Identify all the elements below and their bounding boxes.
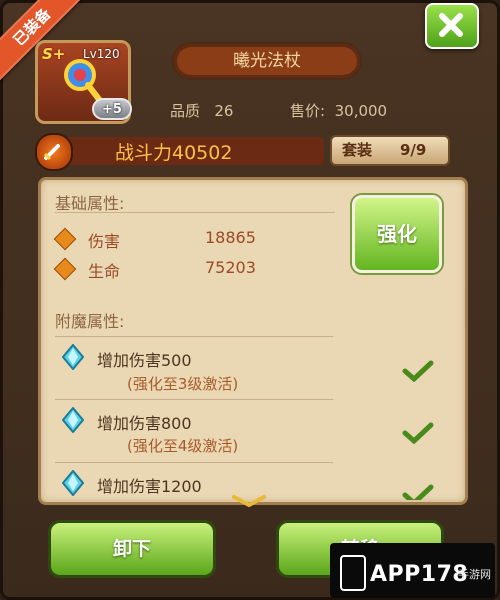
divider <box>55 462 333 463</box>
price-label: 售价: <box>290 102 326 120</box>
item-grade: S+ <box>42 45 66 63</box>
quality-value: 26 <box>214 102 234 120</box>
divider <box>55 212 335 213</box>
close-button[interactable] <box>425 3 479 49</box>
phone-icon <box>340 555 366 591</box>
enchant-text: 增加伤害1200 <box>97 477 202 496</box>
stat-value-damage: 18865 <box>205 228 256 247</box>
quality-label: 品质 <box>170 102 201 120</box>
chevron-down-icon[interactable] <box>232 494 266 508</box>
item-name: 曦光法杖 <box>172 42 362 80</box>
divider <box>55 336 333 337</box>
set-value: 9/9 <box>400 141 427 159</box>
stat-name-life: 生命 <box>88 262 121 281</box>
check-icon <box>402 422 434 444</box>
quality-row: 品质 26 <box>170 100 233 121</box>
price-row: 售价: 30,000 <box>290 100 387 121</box>
set-label: 套装 <box>342 141 373 159</box>
stat-value-life: 75203 <box>205 258 256 277</box>
check-icon <box>402 360 434 382</box>
enhance-badge: +5 <box>92 98 132 120</box>
enchant-condition: (强化至3级激活) <box>127 375 239 393</box>
upgrade-button[interactable]: 强化 <box>352 195 442 273</box>
sword-badge <box>35 133 73 171</box>
check-icon <box>402 484 434 500</box>
set-badge[interactable]: 套装 9/9 <box>330 135 450 166</box>
enchant-text: 增加伤害800 <box>97 414 192 433</box>
watermark-text: APP178 <box>370 562 469 587</box>
price-value: 30,000 <box>334 102 388 120</box>
item-level: Lv120 <box>83 47 120 61</box>
gem-icon <box>62 344 84 370</box>
watermark-sub: 手游网 <box>458 568 491 581</box>
close-icon <box>439 13 463 37</box>
enchant-text: 增加伤害500 <box>97 351 192 370</box>
enchant-attributes-title: 附魔属性: <box>55 312 125 331</box>
combat-power: 战斗力40502 <box>115 142 233 164</box>
sword-icon <box>43 144 60 161</box>
enchant-condition: (强化至4级激活) <box>127 437 239 455</box>
stat-name-damage: 伤害 <box>88 232 121 251</box>
divider <box>55 399 333 400</box>
gem-icon <box>62 407 84 433</box>
base-attributes-title: 基础属性: <box>55 194 125 213</box>
gem-icon <box>62 470 84 496</box>
item-icon: S+ Lv120 +5 <box>35 40 132 124</box>
unequip-button[interactable]: 卸下 <box>48 520 216 578</box>
